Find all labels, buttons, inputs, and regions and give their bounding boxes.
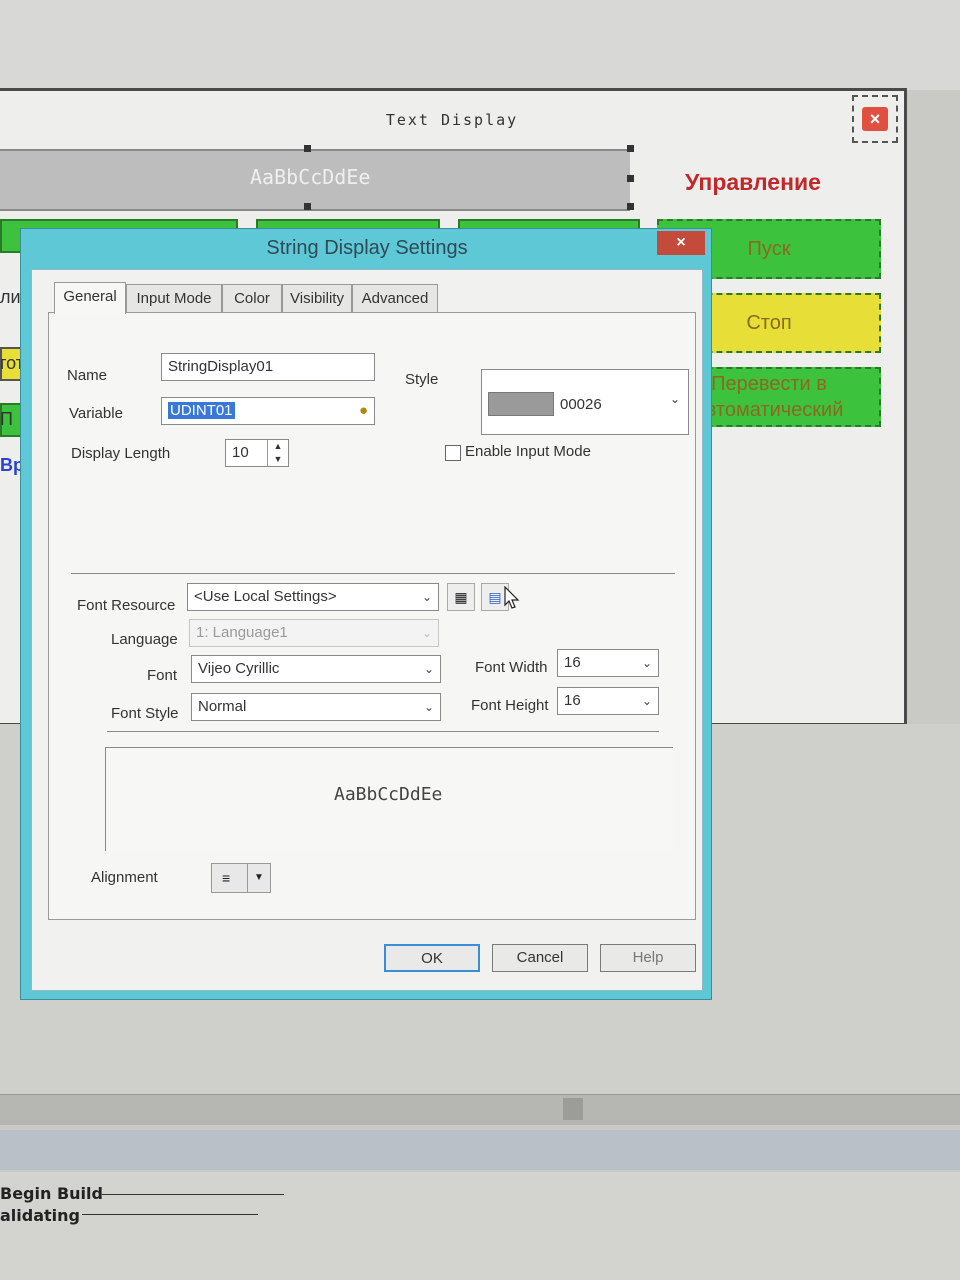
- dropdown-arrow-icon: ⌄: [421, 626, 432, 640]
- style-label: Style: [405, 371, 439, 388]
- close-icon: ×: [862, 107, 888, 131]
- tab-general[interactable]: General: [54, 282, 126, 314]
- help-button[interactable]: Help: [600, 944, 696, 972]
- display-length-value: 10: [232, 444, 249, 461]
- alignment-label: Alignment: [91, 869, 158, 886]
- output-panel: Begin Build alidating: [0, 1172, 960, 1280]
- enable-input-label: Enable Input Mode: [465, 443, 591, 460]
- font-resource-select[interactable]: <Use Local Settings> ⌄: [187, 583, 439, 611]
- language-label: Language: [111, 631, 178, 648]
- dropdown-arrow-icon: ⌄: [641, 694, 652, 708]
- font-resource-value: <Use Local Settings>: [194, 588, 337, 605]
- section-divider: [71, 573, 675, 574]
- dropdown-arrow-icon: ⌄: [421, 590, 432, 604]
- monitor-bezel-area: [0, 0, 960, 90]
- cancel-button[interactable]: Cancel: [492, 944, 588, 972]
- string-display-settings-dialog: String Display Settings × General Input …: [20, 228, 712, 1000]
- font-width-select[interactable]: 16 ⌄: [557, 649, 659, 677]
- font-preview-text: AaBbCcDdEe: [334, 784, 443, 805]
- enable-input-checkbox[interactable]: [445, 445, 461, 461]
- log-rule: [102, 1194, 284, 1195]
- tab-advanced[interactable]: Advanced: [352, 284, 438, 312]
- tab-visibility[interactable]: Visibility: [282, 284, 352, 312]
- font-resource-icon[interactable]: ▦: [447, 583, 475, 611]
- close-icon[interactable]: ×: [657, 231, 705, 255]
- log-line: Begin Build: [0, 1184, 103, 1203]
- resize-handle[interactable]: [304, 203, 311, 210]
- dialog-body: General Input Mode Color Visibility Adva…: [31, 269, 703, 991]
- display-length-label: Display Length: [71, 445, 171, 462]
- resize-handle[interactable]: [627, 203, 634, 210]
- log-line: alidating: [0, 1206, 80, 1225]
- font-width-value: 16: [564, 654, 581, 671]
- ok-button[interactable]: OK: [384, 944, 480, 972]
- font-height-select[interactable]: 16 ⌄: [557, 687, 659, 715]
- resize-handle[interactable]: [627, 175, 634, 182]
- font-value: Vijeo Cyrillic: [198, 660, 280, 677]
- mouse-cursor-icon: [504, 586, 520, 609]
- bulb-variable-icon[interactable]: ●: [359, 398, 368, 424]
- dropdown-arrow-icon[interactable]: ▼: [247, 864, 270, 892]
- variable-value: UDINT01: [168, 402, 235, 419]
- spin-down-icon[interactable]: ▼: [267, 453, 288, 466]
- style-selector[interactable]: 00026 ⌄: [481, 369, 689, 435]
- resize-handle[interactable]: [304, 145, 311, 152]
- log-rule: [82, 1214, 258, 1215]
- align-center-icon: ≡: [222, 870, 231, 886]
- style-swatch: [488, 392, 554, 416]
- font-resource-label: Font Resource: [77, 597, 176, 614]
- font-height-label: Font Height: [471, 697, 549, 714]
- spin-up-icon[interactable]: ▲: [267, 440, 288, 453]
- text-display-preview[interactable]: AaBbCcDdEe: [0, 149, 630, 211]
- display-length-spinner[interactable]: 10 ▲ ▼: [225, 439, 289, 467]
- text-display-title: Text Display: [385, 111, 519, 129]
- dropdown-arrow-icon: ⌄: [641, 656, 652, 670]
- font-preview-box: AaBbCcDdEe: [105, 747, 673, 851]
- section-divider: [107, 731, 659, 732]
- resize-handle[interactable]: [627, 145, 634, 152]
- font-style-value: Normal: [198, 698, 247, 715]
- font-label: Font: [147, 667, 178, 684]
- language-value: 1: Language1: [196, 624, 288, 641]
- dropdown-arrow-icon: ⌄: [670, 392, 681, 406]
- font-style-label: Font Style: [111, 705, 179, 722]
- control-title: Управление: [685, 169, 821, 195]
- font-style-select[interactable]: Normal ⌄: [191, 693, 441, 721]
- tab-input-mode[interactable]: Input Mode: [126, 284, 222, 312]
- font-height-value: 16: [564, 692, 581, 709]
- tab-color[interactable]: Color: [222, 284, 282, 312]
- horizontal-scrollbar[interactable]: [0, 1094, 960, 1125]
- alignment-select[interactable]: ≡ ▼: [211, 863, 271, 893]
- variable-label: Variable: [69, 405, 123, 422]
- style-value: 00026: [560, 396, 602, 413]
- font-width-label: Font Width: [475, 659, 548, 676]
- name-label: Name: [67, 367, 108, 384]
- name-field[interactable]: StringDisplay01: [161, 353, 375, 381]
- language-select[interactable]: 1: Language1 ⌄: [189, 619, 439, 647]
- general-panel: Name StringDisplay01 Variable UDINT01 ● …: [48, 312, 696, 920]
- dropdown-arrow-icon: ⌄: [423, 662, 434, 676]
- variable-field[interactable]: UDINT01 ●: [161, 397, 375, 425]
- text-display-close-button[interactable]: ×: [852, 95, 898, 143]
- font-select[interactable]: Vijeo Cyrillic ⌄: [191, 655, 441, 683]
- dialog-title: String Display Settings: [266, 237, 468, 259]
- preview-text: AaBbCcDdEe: [250, 165, 371, 189]
- scrollbar-thumb[interactable]: [563, 1098, 583, 1120]
- output-panel-header: [0, 1130, 960, 1170]
- dropdown-arrow-icon: ⌄: [423, 700, 434, 714]
